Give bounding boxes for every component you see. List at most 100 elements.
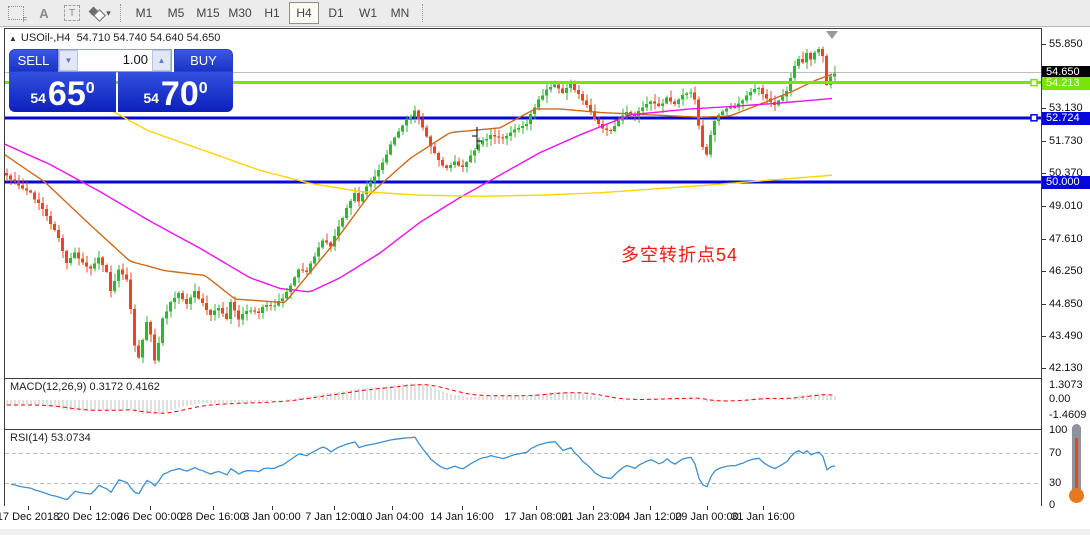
volume-stepper: ▼ 1.00 ▲ <box>58 49 172 72</box>
chart-shift-marker-icon[interactable] <box>826 31 838 39</box>
volume-decrease-button[interactable]: ▼ <box>59 50 78 71</box>
buy-button[interactable]: BUY <box>174 49 233 72</box>
price-tick-label: 55.850 <box>1049 38 1083 50</box>
time-tick-mark <box>90 506 91 510</box>
ask-price-panel[interactable]: 54 70 0 <box>118 72 233 112</box>
time-tick-mark <box>763 506 764 510</box>
time-tick-mark <box>462 506 463 510</box>
properties-grid-icon[interactable]: F <box>3 2 29 24</box>
price-tick-label: 46.250 <box>1049 264 1083 277</box>
thermometer-icon <box>1066 424 1086 512</box>
rsi-label: RSI(14) 53.0734 <box>10 432 91 444</box>
time-tick-label: 21 Jan 23:00 <box>561 511 625 523</box>
timeframe-button-m30[interactable]: M30 <box>225 2 255 24</box>
time-tick-mark <box>334 506 335 510</box>
time-tick-label: 7 Jan 12:00 <box>305 511 363 523</box>
text-label-tool-button[interactable]: T <box>59 2 85 24</box>
time-tick-label: 29 Jan 00:00 <box>675 511 739 523</box>
toolbar: F A T ▾ M1 M5 M15 M30 H1 H4 D1 W1 MN <box>0 0 1090 27</box>
rsi-axis-label: 70 <box>1049 446 1062 459</box>
volume-increase-button[interactable]: ▲ <box>152 50 171 71</box>
bid-big-figure: 54 <box>30 90 46 106</box>
ask-big-figure: 54 <box>143 90 159 106</box>
time-tick-mark <box>150 506 151 510</box>
time-tick-label: 28 Dec 16:00 <box>180 511 246 523</box>
volume-value[interactable]: 1.00 <box>78 50 152 71</box>
bid-main-digits: 65 <box>47 75 86 113</box>
timeframe-button-w1[interactable]: W1 <box>353 2 383 24</box>
time-tick-label: 24 Jan 12:00 <box>618 511 682 523</box>
chart-annotation-text: 多空转折点54 <box>621 245 739 265</box>
macd-axis-label: 0.00 <box>1049 393 1071 405</box>
price-tick-label: 43.490 <box>1049 329 1083 342</box>
one-click-collapse-icon[interactable]: ▲ <box>9 34 17 43</box>
diamonds-icon <box>88 6 107 22</box>
time-tick-mark <box>536 506 537 510</box>
bid-price-panel[interactable]: 54 65 0 <box>9 72 116 112</box>
ask-pip-digit: 0 <box>198 80 208 97</box>
macd-indicator-canvas[interactable] <box>4 378 1043 430</box>
time-tick-label: 14 Jan 16:00 <box>430 511 494 523</box>
bid-pip-digit: 0 <box>85 80 95 97</box>
price-tick-label: 49.010 <box>1049 199 1083 212</box>
price-tick-label: 51.730 <box>1049 135 1083 148</box>
rsi-indicator-canvas[interactable] <box>4 429 1043 508</box>
time-tick-mark <box>650 506 651 510</box>
price-tick-mark <box>1042 270 1046 272</box>
price-badge-50.000: 50.000 <box>1042 176 1090 190</box>
time-tick-label: 31 Jan 16:00 <box>731 511 795 523</box>
timeframe-button-m1[interactable]: M1 <box>129 2 159 24</box>
time-tick-mark <box>392 506 393 510</box>
price-badge-54.213: 54.213 <box>1042 76 1090 90</box>
time-tick-mark <box>213 506 214 510</box>
price-tick-mark <box>1042 205 1046 207</box>
sell-button[interactable]: SELL <box>9 49 58 72</box>
chevron-down-icon[interactable]: ▾ <box>106 8 111 19</box>
toolbar-separator <box>120 4 122 22</box>
price-tick-mark <box>1042 173 1046 175</box>
time-tick-mark <box>28 506 29 510</box>
price-tick-mark <box>1042 141 1046 143</box>
chart-symbol-header: ▲ USOil-,H4 54.710 54.740 54.640 54.650 <box>9 32 220 44</box>
macd-axis-label: -1.4609 <box>1049 408 1087 421</box>
price-tick-mark <box>1042 368 1046 369</box>
timeframe-button-m5[interactable]: M5 <box>161 2 191 24</box>
macd-label: MACD(12,26,9) 0.3172 0.4162 <box>10 381 160 393</box>
price-tick-mark <box>1042 238 1046 240</box>
rsi-axis-label: 30 <box>1049 476 1062 489</box>
time-axis[interactable]: 17 Dec 2018 20 Dec 12:00 26 Dec 00:00 28 De… <box>0 506 1090 529</box>
price-tick-label: 44.850 <box>1049 297 1083 310</box>
timeframe-button-h1[interactable]: H1 <box>257 2 287 24</box>
price-tick-label: 42.130 <box>1049 362 1083 374</box>
text-t-icon: T <box>64 5 80 21</box>
line-drag-handle[interactable] <box>1030 78 1038 87</box>
toolbar-separator <box>422 4 424 22</box>
timeframe-button-mn[interactable]: MN <box>385 2 415 24</box>
time-tick-mark <box>707 506 708 510</box>
time-tick-label: 20 Dec 12:00 <box>57 511 123 523</box>
symbol-label: USOil-,H4 <box>20 32 71 44</box>
time-tick-mark <box>272 506 273 510</box>
timeframe-button-h4[interactable]: H4 <box>289 2 319 24</box>
timeframe-button-d1[interactable]: D1 <box>321 2 351 24</box>
timeframe-button-m15[interactable]: M15 <box>193 2 223 24</box>
price-tick-mark <box>1042 335 1046 337</box>
ask-main-digits: 70 <box>160 75 199 113</box>
time-tick-label: 17 Dec 2018 <box>0 511 60 523</box>
time-tick-label: 26 Dec 00:00 <box>117 511 183 523</box>
line-drag-handle[interactable] <box>1030 114 1038 122</box>
one-click-trading-panel: SELL ▼ 1.00 ▲ BUY 54 65 0 54 70 0 <box>9 49 233 112</box>
time-tick-label: 3 Jan 00:00 <box>243 511 301 523</box>
price-tick-mark <box>1042 303 1046 305</box>
macd-axis-label: 1.3073 <box>1049 378 1083 391</box>
font-tool-button[interactable]: A <box>31 2 57 24</box>
rsi-axis-label: 100 <box>1049 424 1068 436</box>
ohlc-values: 54.710 54.740 54.640 54.650 <box>76 32 221 44</box>
draw-objects-tool-button[interactable]: ▾ <box>87 2 113 24</box>
font-a-icon: A <box>39 5 49 21</box>
time-tick-label: 17 Jan 08:00 <box>504 511 568 523</box>
rsi-axis-label: 0 <box>1049 499 1056 511</box>
time-tick-label: 10 Jan 04:00 <box>360 511 424 523</box>
price-tick-mark <box>1042 108 1046 110</box>
rsi-line <box>10 436 836 501</box>
